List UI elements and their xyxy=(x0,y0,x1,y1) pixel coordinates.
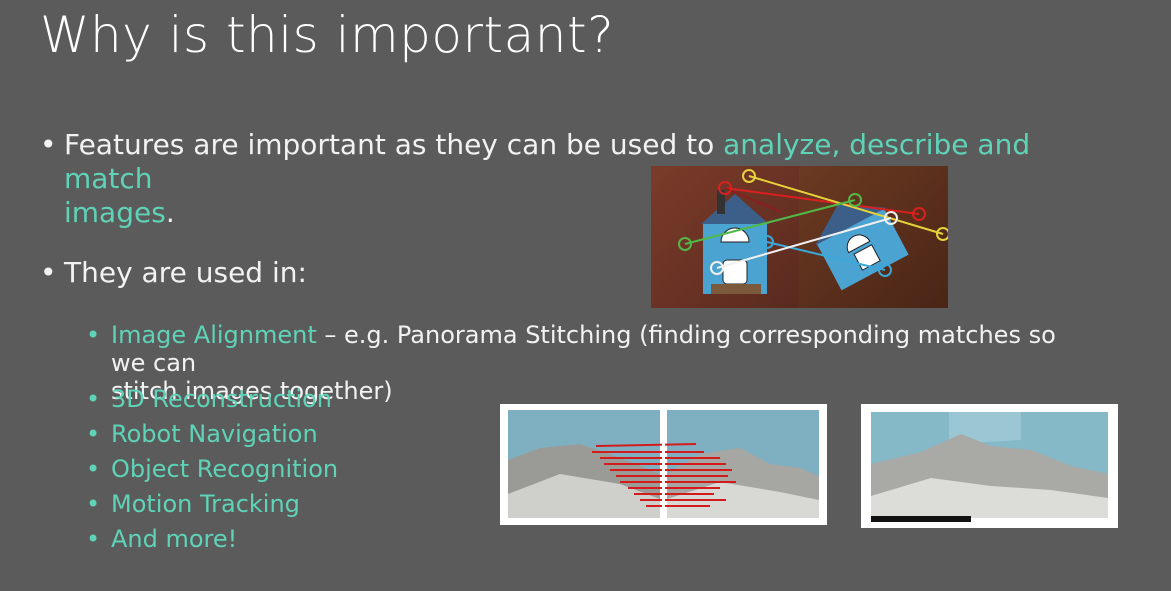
sub-item-image-alignment-highlight: Image Alignment xyxy=(111,321,317,349)
stitched-panorama-frame xyxy=(861,404,1118,528)
bullet-dot: • xyxy=(40,256,57,289)
sub-bullet-dot: • xyxy=(86,490,101,518)
feature-matching-illustration xyxy=(651,166,948,308)
sub-bullet-dot: • xyxy=(86,455,101,483)
stitched-panorama-illustration xyxy=(871,412,1108,522)
sub-bullet-dot: • xyxy=(86,385,101,413)
bullet-dot: • xyxy=(40,128,57,161)
sub-item-and-more-text: And more! xyxy=(111,525,238,553)
panorama-matching-frame xyxy=(500,404,827,525)
page-title: Why is this important? xyxy=(40,6,615,64)
bullet-features-prefix: Features are important as they can be us… xyxy=(64,128,724,161)
sub-bullet-dot: • xyxy=(86,420,101,448)
panorama-matching-illustration xyxy=(508,404,819,525)
feature-matching-image xyxy=(651,166,948,308)
sub-bullet-dot: • xyxy=(86,525,101,553)
bullet-features-suffix: . xyxy=(165,196,175,229)
bullet-features-highlight-2: images xyxy=(64,196,166,229)
sub-bullet-dot: • xyxy=(86,321,101,349)
